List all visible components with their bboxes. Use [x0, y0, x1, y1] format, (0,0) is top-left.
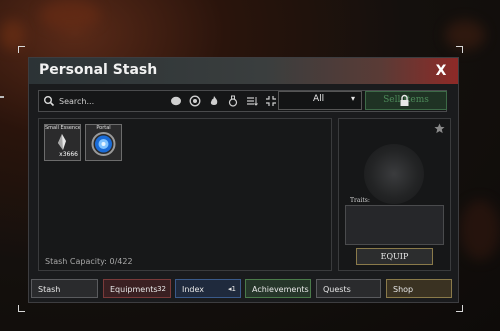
- tab-label: Index: [182, 285, 205, 294]
- background-light: [445, 20, 485, 50]
- tab-equipments[interactable]: Equipments 32: [103, 279, 171, 298]
- frame-corner: [456, 46, 463, 53]
- tab-count: ◂1: [228, 285, 236, 293]
- tab-count: 32: [157, 285, 166, 293]
- item-detail-panel: Traits: EQUIP: [338, 118, 451, 271]
- tab-achievements[interactable]: Achievements: [245, 279, 311, 298]
- background-light: [460, 200, 500, 260]
- item-quantity: x3666: [59, 151, 78, 158]
- tab-quests[interactable]: Quests: [316, 279, 381, 298]
- stash-window: Personal Stash X Search... All ▾ Sell It…: [28, 57, 459, 303]
- bottom-nav: Stash Equipments 32 Index ◂1 Achievement…: [28, 276, 457, 302]
- sort-selected-value: All: [313, 94, 325, 104]
- tab-label: Shop: [393, 285, 414, 294]
- tab-stash[interactable]: Stash: [31, 279, 98, 298]
- frame-corner: [18, 46, 25, 53]
- fire-filter-icon[interactable]: [208, 95, 220, 107]
- potion-filter-icon[interactable]: [227, 95, 239, 107]
- tab-label: Quests: [323, 285, 351, 294]
- star-icon[interactable]: [434, 123, 445, 134]
- inventory-grid: Small Essence x3666 Portal Stash Capacit…: [38, 118, 332, 271]
- inventory-slot-small-essence[interactable]: Small Essence x3666: [44, 124, 81, 161]
- tab-label: Achievements: [252, 285, 309, 294]
- traits-box: [345, 205, 444, 245]
- tab-label: Equipments: [110, 285, 158, 294]
- armor-filter-icon[interactable]: [189, 95, 201, 107]
- sell-items-button[interactable]: Sell Items: [365, 91, 447, 110]
- equip-button[interactable]: EQUIP: [356, 248, 433, 265]
- lock-icon: [400, 94, 409, 106]
- search-input[interactable]: [57, 93, 171, 110]
- sort-list-icon[interactable]: [246, 95, 258, 107]
- chevron-down-icon: ▾: [350, 94, 355, 103]
- window-title: Personal Stash: [39, 62, 158, 78]
- traits-label: Traits:: [350, 197, 370, 204]
- edge-marker: [0, 96, 4, 98]
- item-preview: [364, 144, 424, 204]
- portal-icon: [91, 132, 116, 156]
- search-icon: [44, 96, 55, 107]
- collapse-icon[interactable]: [265, 95, 277, 107]
- sort-dropdown[interactable]: All ▾: [278, 91, 362, 110]
- background-light: [40, 0, 100, 30]
- circle-filter-icon[interactable]: [170, 95, 182, 107]
- close-button[interactable]: X: [432, 61, 450, 81]
- frame-corner: [18, 305, 25, 312]
- title-bar: Personal Stash X: [29, 58, 458, 84]
- inventory-slot-portal[interactable]: Portal: [85, 124, 122, 161]
- tab-index[interactable]: Index ◂1: [175, 279, 241, 298]
- tab-shop[interactable]: Shop: [386, 279, 452, 298]
- stash-capacity: Stash Capacity: 0/422: [45, 257, 133, 266]
- frame-corner: [456, 305, 463, 312]
- tab-label: Stash: [38, 285, 61, 294]
